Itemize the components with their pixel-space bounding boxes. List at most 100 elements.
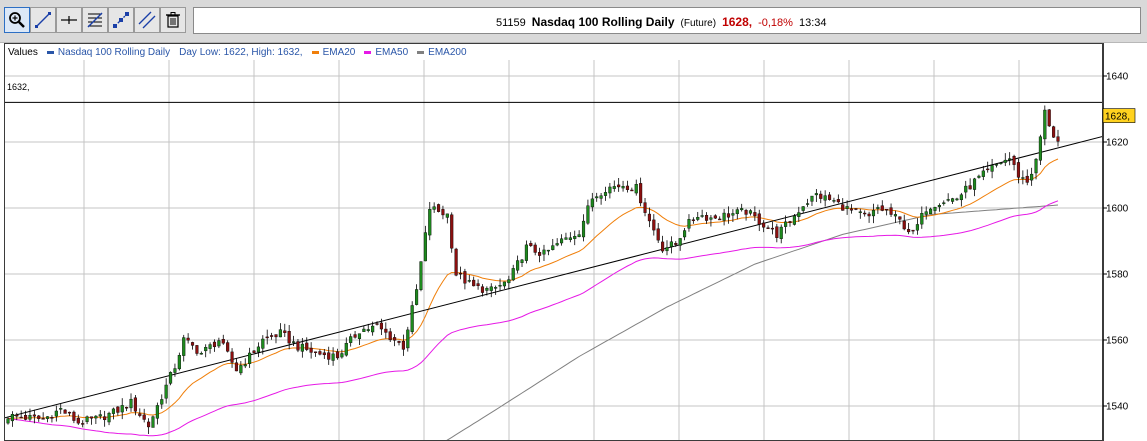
candle-body bbox=[208, 344, 212, 349]
candle-body bbox=[753, 212, 757, 217]
candle-body bbox=[832, 200, 836, 202]
candle-body bbox=[915, 224, 919, 231]
candle-body bbox=[876, 207, 880, 209]
candle-body bbox=[625, 185, 630, 190]
candle-body bbox=[37, 415, 41, 419]
candle-body bbox=[643, 202, 647, 213]
candle-body bbox=[195, 345, 199, 354]
candle-body bbox=[292, 341, 296, 343]
candle-body bbox=[160, 399, 164, 405]
candle-body bbox=[841, 204, 845, 211]
candle-body bbox=[278, 329, 282, 338]
candle-body bbox=[327, 352, 331, 360]
candle-body bbox=[972, 178, 977, 190]
candle-body bbox=[713, 215, 717, 219]
candle-body bbox=[674, 243, 678, 245]
candle-body bbox=[89, 416, 94, 419]
candle-body bbox=[217, 340, 221, 347]
chart-legend: Values Nasdaq 100 Rolling Daily Day Low:… bbox=[8, 47, 476, 58]
candle-body bbox=[168, 372, 173, 384]
candle-body bbox=[85, 416, 89, 422]
candle-body bbox=[722, 212, 726, 221]
candle-body bbox=[845, 206, 849, 209]
candle-body bbox=[1052, 126, 1056, 138]
candle-body bbox=[177, 355, 181, 370]
candle-body bbox=[735, 209, 739, 215]
legend-item-ema50: EMA50 bbox=[364, 47, 408, 58]
candle-body bbox=[204, 347, 208, 352]
candle-body bbox=[630, 189, 634, 192]
candle-body bbox=[454, 248, 458, 276]
candle-body bbox=[889, 207, 893, 215]
candle-body bbox=[920, 213, 924, 225]
candle-body bbox=[190, 342, 195, 346]
candle-body bbox=[76, 417, 80, 424]
y-tick-label: 1620 bbox=[1106, 138, 1129, 149]
candle-body bbox=[647, 213, 651, 222]
ema50-line bbox=[7, 200, 1059, 437]
candle-body bbox=[50, 416, 54, 419]
candle-body bbox=[72, 411, 76, 421]
candle-body bbox=[744, 209, 748, 215]
candle-body bbox=[24, 414, 28, 420]
candle-body bbox=[924, 211, 928, 215]
candle-body bbox=[467, 280, 471, 282]
candle-body bbox=[937, 205, 941, 208]
candle-body bbox=[142, 414, 146, 420]
candle-body bbox=[274, 334, 278, 338]
candle-body bbox=[10, 414, 14, 422]
candle-body bbox=[415, 289, 419, 305]
candle-body bbox=[432, 206, 436, 210]
candlestick-chart[interactable]: 1540 1560 1580 1600 1620 1640 1628, bbox=[0, 0, 1147, 441]
candle-body bbox=[28, 414, 32, 420]
candle-body bbox=[199, 353, 203, 355]
candle-body bbox=[942, 202, 946, 204]
candle-body bbox=[98, 414, 102, 417]
legend-swatch-ema50 bbox=[364, 51, 372, 54]
candle-body bbox=[393, 337, 397, 341]
candle-body bbox=[239, 365, 243, 374]
last-price-tag-label: 1628, bbox=[1105, 112, 1130, 123]
legend-label-ema50: EMA50 bbox=[375, 47, 409, 58]
candle-body bbox=[740, 208, 744, 211]
candle-body bbox=[801, 206, 805, 211]
candle-body bbox=[94, 415, 98, 419]
candle-body bbox=[617, 184, 621, 188]
candle-body bbox=[885, 208, 889, 211]
candle-body bbox=[911, 229, 915, 232]
candle-body bbox=[665, 247, 669, 252]
candle-body bbox=[603, 192, 608, 196]
candle-body bbox=[770, 227, 774, 230]
candle-body bbox=[867, 213, 871, 217]
candle-body bbox=[762, 222, 766, 228]
candle-body bbox=[964, 185, 968, 193]
candle-body bbox=[252, 350, 256, 353]
candle-body bbox=[32, 414, 36, 417]
candle-body bbox=[221, 339, 225, 344]
candle-body bbox=[1021, 177, 1025, 179]
candle-body bbox=[854, 208, 858, 210]
legend-label-range: Day Low: 1622, High: 1632, bbox=[179, 47, 303, 58]
candle-body bbox=[463, 271, 467, 284]
y-tick-label: 1600 bbox=[1106, 204, 1129, 215]
candle-body bbox=[147, 421, 151, 428]
candle-body bbox=[270, 335, 274, 337]
candle-body bbox=[704, 215, 709, 221]
candle-body bbox=[45, 416, 50, 419]
candle-body bbox=[340, 353, 344, 358]
candle-body bbox=[379, 322, 383, 330]
candle-body bbox=[555, 243, 559, 246]
legend-values-label: Values bbox=[8, 47, 38, 58]
candle-body bbox=[950, 198, 955, 202]
candle-body bbox=[542, 249, 546, 255]
candle-body bbox=[529, 243, 533, 246]
candle-body bbox=[318, 351, 322, 355]
candle-body bbox=[893, 214, 898, 217]
candle-body bbox=[880, 205, 884, 211]
candle-body bbox=[788, 221, 792, 223]
candle-body bbox=[687, 219, 691, 229]
candle-body bbox=[472, 279, 476, 287]
candle-body bbox=[551, 245, 555, 250]
candle-body bbox=[559, 238, 564, 244]
legend-label-ema20: EMA20 bbox=[322, 47, 356, 58]
